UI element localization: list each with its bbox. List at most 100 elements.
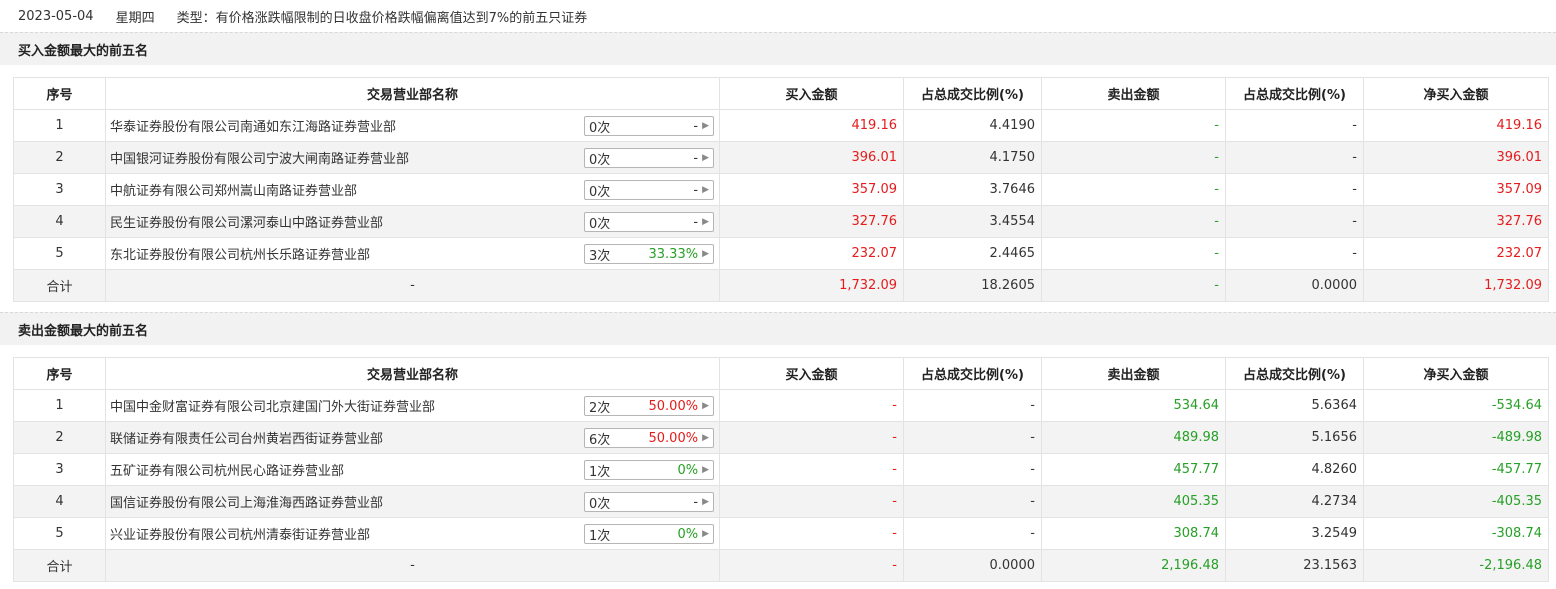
- row-index: 1: [13, 389, 106, 422]
- history-count-stepper[interactable]: 0次 - ▶: [584, 116, 714, 136]
- appearance-count: 1次: [589, 528, 611, 544]
- win-rate: -: [693, 182, 699, 198]
- branch-name: 兴业证券股份有限公司杭州清泰街证券营业部: [110, 528, 371, 543]
- trade-weekday: 星期四: [115, 10, 155, 26]
- history-count-stepper[interactable]: 0次 - ▶: [584, 492, 714, 512]
- list-type: 类型：有价格涨跌幅限制的日收盘价格跌幅偏离值达到7%的前五只证券: [176, 10, 588, 26]
- net-buy-amount: -405.35: [1363, 485, 1549, 518]
- sell-amount: -: [1041, 205, 1226, 238]
- col-sell-amount: 卖出金额: [1041, 357, 1226, 390]
- appearance-count: 1次: [589, 464, 611, 480]
- win-rate: 50.00%: [648, 398, 699, 414]
- expand-arrow-icon[interactable]: ▶: [702, 121, 709, 131]
- table-row: 4 民生证券股份有限公司漯河泰山中路证券营业部 0次 - ▶ 327.76 3.4554- -…: [13, 205, 1549, 238]
- total-label: 合计: [13, 549, 106, 582]
- row-index: 4: [13, 205, 106, 238]
- branch-name: 中航证券有限公司郑州嵩山南路证券营业部: [110, 184, 358, 199]
- history-count-stepper[interactable]: 0次 - ▶: [584, 212, 714, 232]
- history-count-stepper[interactable]: 1次 0% ▶: [584, 460, 714, 480]
- col-buy-ratio: 占总成交比例(%): [903, 357, 1042, 390]
- expand-arrow-icon[interactable]: ▶: [702, 465, 709, 475]
- col-buy-amount: 买入金额: [719, 77, 904, 110]
- branch-name: 五矿证券有限公司杭州民心路证券营业部: [110, 464, 345, 479]
- row-index: 3: [13, 453, 106, 486]
- expand-arrow-icon[interactable]: ▶: [702, 433, 709, 443]
- total-sell-ratio: 23.1563: [1225, 549, 1364, 582]
- total-sell-ratio: 0.0000: [1225, 269, 1364, 302]
- net-buy-amount: -534.64: [1363, 389, 1549, 422]
- net-buy-amount: -489.98: [1363, 421, 1549, 454]
- col-buy-ratio: 占总成交比例(%): [903, 77, 1042, 110]
- total-net-buy: -2,196.48: [1363, 549, 1549, 582]
- table-header-row: 序号 交易营业部名称 买入金额 占总成交比例(%) 卖出金额 占总成交比例(%)…: [13, 357, 1549, 390]
- sell-ratio: 5.6364: [1225, 389, 1364, 422]
- history-count-stepper[interactable]: 6次 50.00% ▶: [584, 428, 714, 448]
- col-branch-name: 交易营业部名称: [105, 77, 720, 110]
- sell-amount: 308.74: [1041, 517, 1226, 550]
- appearance-count: 0次: [589, 120, 611, 136]
- col-sell-ratio: 占总成交比例(%): [1225, 357, 1364, 390]
- table-row: 5 兴业证券股份有限公司杭州清泰街证券营业部 1次 0% ▶ - -308.74 3.2549…: [13, 517, 1549, 550]
- table-row: 5 东北证券股份有限公司杭州长乐路证券营业部 3次 33.33% ▶ 232.07 2.44…: [13, 237, 1549, 270]
- appearance-count: 3次: [589, 248, 611, 264]
- net-buy-amount: 327.76: [1363, 205, 1549, 238]
- branch-name-cell: 东北证券股份有限公司杭州长乐路证券营业部 3次 33.33% ▶: [105, 237, 720, 270]
- buy-ratio: -: [903, 485, 1042, 518]
- net-buy-amount: -308.74: [1363, 517, 1549, 550]
- buy-ratio: 3.7646: [903, 173, 1042, 206]
- sell-amount: 489.98: [1041, 421, 1226, 454]
- buy-amount: 419.16: [719, 109, 904, 142]
- branch-name: 联储证券有限责任公司台州黄岩西街证券营业部: [110, 432, 384, 447]
- table-row: 1 华泰证券股份有限公司南通如东江海路证券营业部 0次 - ▶ 419.16 4.4190-…: [13, 109, 1549, 142]
- row-index: 4: [13, 485, 106, 518]
- total-branch-name: -: [105, 549, 720, 582]
- expand-arrow-icon[interactable]: ▶: [702, 153, 709, 163]
- sell-table: 序号 交易营业部名称 买入金额 占总成交比例(%) 卖出金额 占总成交比例(%)…: [13, 357, 1549, 582]
- sell-amount: -: [1041, 109, 1226, 142]
- table-row: 4 国信证券股份有限公司上海淮海西路证券营业部 0次 - ▶ - -405.35 4.2734…: [13, 485, 1549, 518]
- expand-arrow-icon[interactable]: ▶: [702, 249, 709, 259]
- total-label: 合计: [13, 269, 106, 302]
- buy-ratio: -: [903, 517, 1042, 550]
- expand-arrow-icon[interactable]: ▶: [702, 497, 709, 507]
- expand-arrow-icon[interactable]: ▶: [702, 529, 709, 539]
- total-row: 合计 - -0.0000 2,196.48 23.1563 -2,196.48: [13, 549, 1549, 582]
- history-count-stepper[interactable]: 3次 33.33% ▶: [584, 244, 714, 264]
- win-rate: 33.33%: [648, 246, 699, 262]
- net-buy-amount: 419.16: [1363, 109, 1549, 142]
- buy-amount: 232.07: [719, 237, 904, 270]
- total-buy-amount: -: [719, 549, 904, 582]
- total-sell-amount: -: [1041, 269, 1226, 302]
- sell-section: 卖出金额最大的前五名 序号 交易营业部名称 买入金额 占总成交比例(%) 卖出金…: [0, 312, 1556, 589]
- branch-name-cell: 华泰证券股份有限公司南通如东江海路证券营业部 0次 - ▶: [105, 109, 720, 142]
- branch-name-cell: 联储证券有限责任公司台州黄岩西街证券营业部 6次 50.00% ▶: [105, 421, 720, 454]
- branch-name-cell: 兴业证券股份有限公司杭州清泰街证券营业部 1次 0% ▶: [105, 517, 720, 550]
- sell-ratio: -: [1225, 237, 1364, 270]
- buy-amount: 357.09: [719, 173, 904, 206]
- sell-ratio: 4.8260: [1225, 453, 1364, 486]
- buy-amount: 327.76: [719, 205, 904, 238]
- buy-amount: -: [719, 389, 904, 422]
- history-count-stepper[interactable]: 1次 0% ▶: [584, 524, 714, 544]
- buy-ratio: 4.1750: [903, 141, 1042, 174]
- expand-arrow-icon[interactable]: ▶: [702, 401, 709, 411]
- expand-arrow-icon[interactable]: ▶: [702, 217, 709, 227]
- row-index: 2: [13, 421, 106, 454]
- sell-amount: -: [1041, 237, 1226, 270]
- buy-ratio: -: [903, 389, 1042, 422]
- sell-amount: -: [1041, 141, 1226, 174]
- branch-name: 华泰证券股份有限公司南通如东江海路证券营业部: [110, 120, 397, 135]
- col-net-buy: 净买入金额: [1363, 77, 1549, 110]
- buy-section: 买入金额最大的前五名 序号 交易营业部名称 买入金额 占总成交比例(%) 卖出金…: [0, 32, 1556, 312]
- row-index: 3: [13, 173, 106, 206]
- net-buy-amount: 357.09: [1363, 173, 1549, 206]
- total-net-buy: 1,732.09: [1363, 269, 1549, 302]
- history-count-stepper[interactable]: 0次 - ▶: [584, 180, 714, 200]
- sell-section-title: 卖出金额最大的前五名: [0, 312, 1556, 345]
- trade-date: 2023-05-04: [18, 8, 94, 24]
- history-count-stepper[interactable]: 0次 - ▶: [584, 148, 714, 168]
- history-count-stepper[interactable]: 2次 50.00% ▶: [584, 396, 714, 416]
- branch-name-cell: 中国银河证券股份有限公司宁波大闸南路证券营业部 0次 - ▶: [105, 141, 720, 174]
- expand-arrow-icon[interactable]: ▶: [702, 185, 709, 195]
- buy-table: 序号 交易营业部名称 买入金额 占总成交比例(%) 卖出金额 占总成交比例(%)…: [13, 77, 1549, 302]
